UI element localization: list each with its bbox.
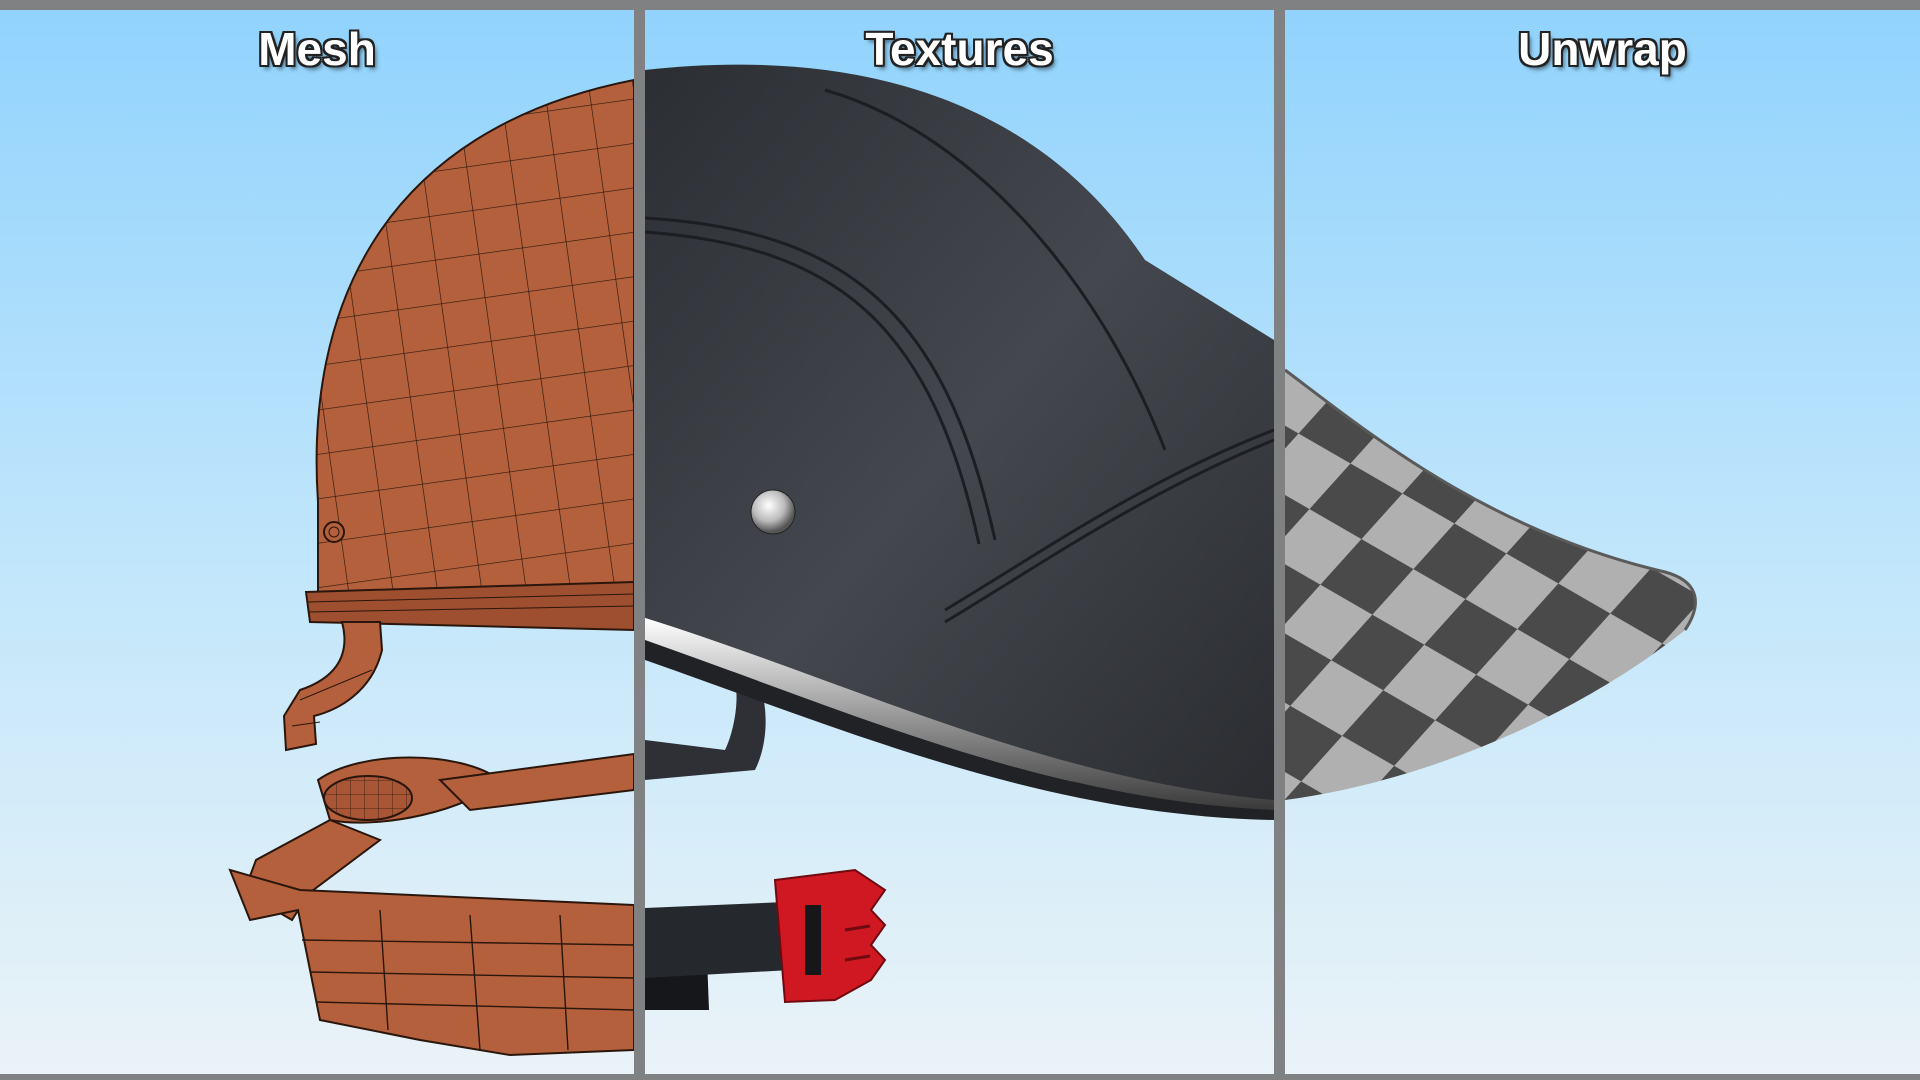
mesh-helmet-illustration [228,78,634,1057]
panel-label-mesh: Mesh [258,23,376,75]
buckle-icon [773,868,887,1004]
unwrap-panel: Unwrap [1285,10,1920,1074]
bottom-frame [0,1074,1920,1080]
mesh-panel: Mesh [0,10,634,1074]
comparison-image: Mesh Textures Unwrap [0,0,1920,1080]
top-frame [0,0,1920,10]
unwrap-visor-illustration [1285,368,1697,800]
divider-left [634,0,645,1080]
panel-label-textures: Textures [865,23,1054,75]
divider-right [1274,0,1285,1080]
textured-helmet-illustration [645,64,1274,1010]
panel-label-unwrap: Unwrap [1518,23,1687,75]
textures-panel: Textures [645,10,1274,1074]
